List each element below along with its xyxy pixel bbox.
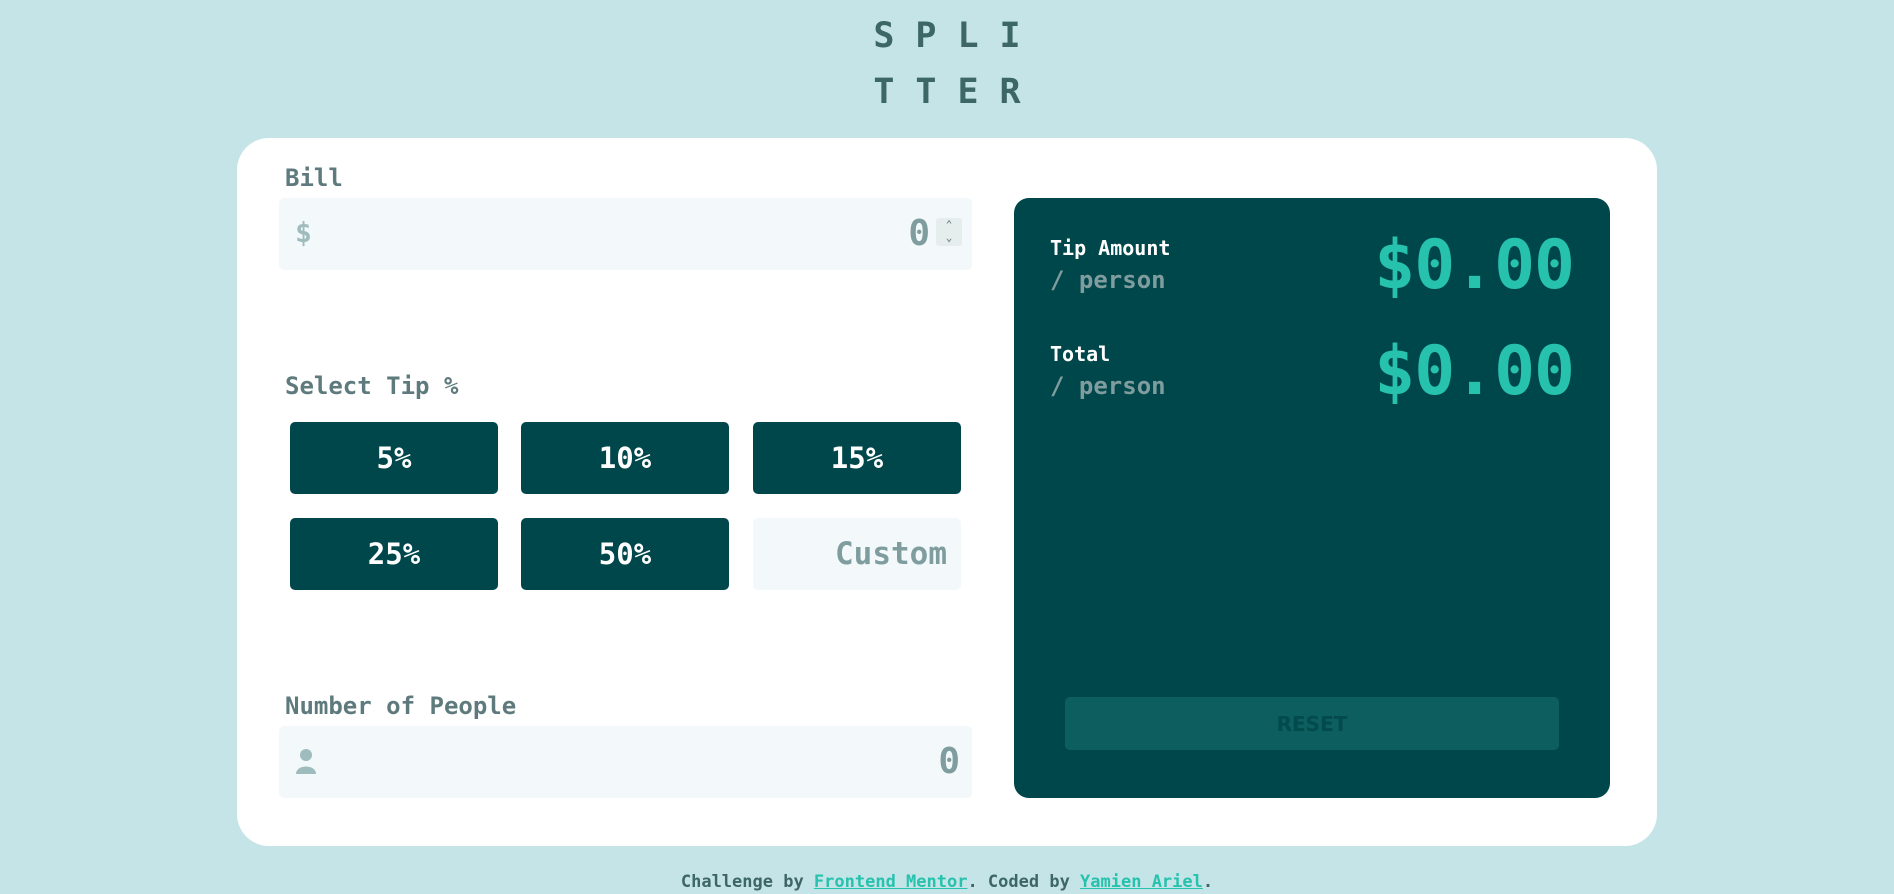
bill-label: Bill xyxy=(285,164,343,192)
logo-line-2: TTER xyxy=(873,72,1042,112)
tip-button-25[interactable]: 25% xyxy=(290,518,498,590)
tip-button-15[interactable]: 15% xyxy=(753,422,961,494)
chevron-up-icon[interactable]: ⌃ xyxy=(936,218,962,231)
total-title: Total xyxy=(1050,342,1111,366)
tip-button-10[interactable]: 10% xyxy=(521,422,729,494)
tip-amount-title: Tip Amount xyxy=(1050,236,1171,260)
number-spinner[interactable]: ⌃ ⌄ xyxy=(936,218,962,246)
chevron-down-icon[interactable]: ⌄ xyxy=(936,231,962,244)
custom-tip-input[interactable]: Custom xyxy=(753,518,961,590)
tip-amount-sub: / person xyxy=(1050,266,1166,294)
bill-input-value: 0 xyxy=(908,213,930,254)
select-tip-label: Select Tip % xyxy=(285,372,459,400)
people-input-value: 0 xyxy=(938,741,960,782)
people-label: Number of People xyxy=(285,692,517,720)
tip-amount-value: $0.00 xyxy=(1374,226,1575,305)
tip-button-50[interactable]: 50% xyxy=(521,518,729,590)
person-icon xyxy=(296,749,316,774)
reset-button[interactable]: RESET xyxy=(1065,697,1559,750)
app-logo: SPLI TTER xyxy=(0,8,1894,120)
footer-prefix: Challenge by xyxy=(680,872,814,892)
result-panel: Tip Amount / person $0.00 Total / person… xyxy=(1014,198,1610,798)
author-link[interactable]: Yamien Ariel xyxy=(1080,872,1203,892)
people-input[interactable]: 0 xyxy=(279,726,972,798)
logo-line-1: SPLI xyxy=(873,16,1042,56)
tip-button-5[interactable]: 5% xyxy=(290,422,498,494)
attribution-footer: Challenge by Frontend Mentor. Coded by Y… xyxy=(0,872,1894,892)
dollar-icon: $ xyxy=(295,216,312,249)
footer-middle: . Coded by xyxy=(967,872,1081,892)
frontend-mentor-link[interactable]: Frontend Mentor xyxy=(814,872,968,892)
bill-input[interactable]: $ 0 ⌃ ⌄ xyxy=(279,198,972,270)
total-value: $0.00 xyxy=(1374,332,1575,411)
footer-suffix: . xyxy=(1202,872,1214,892)
total-sub: / person xyxy=(1050,372,1166,400)
